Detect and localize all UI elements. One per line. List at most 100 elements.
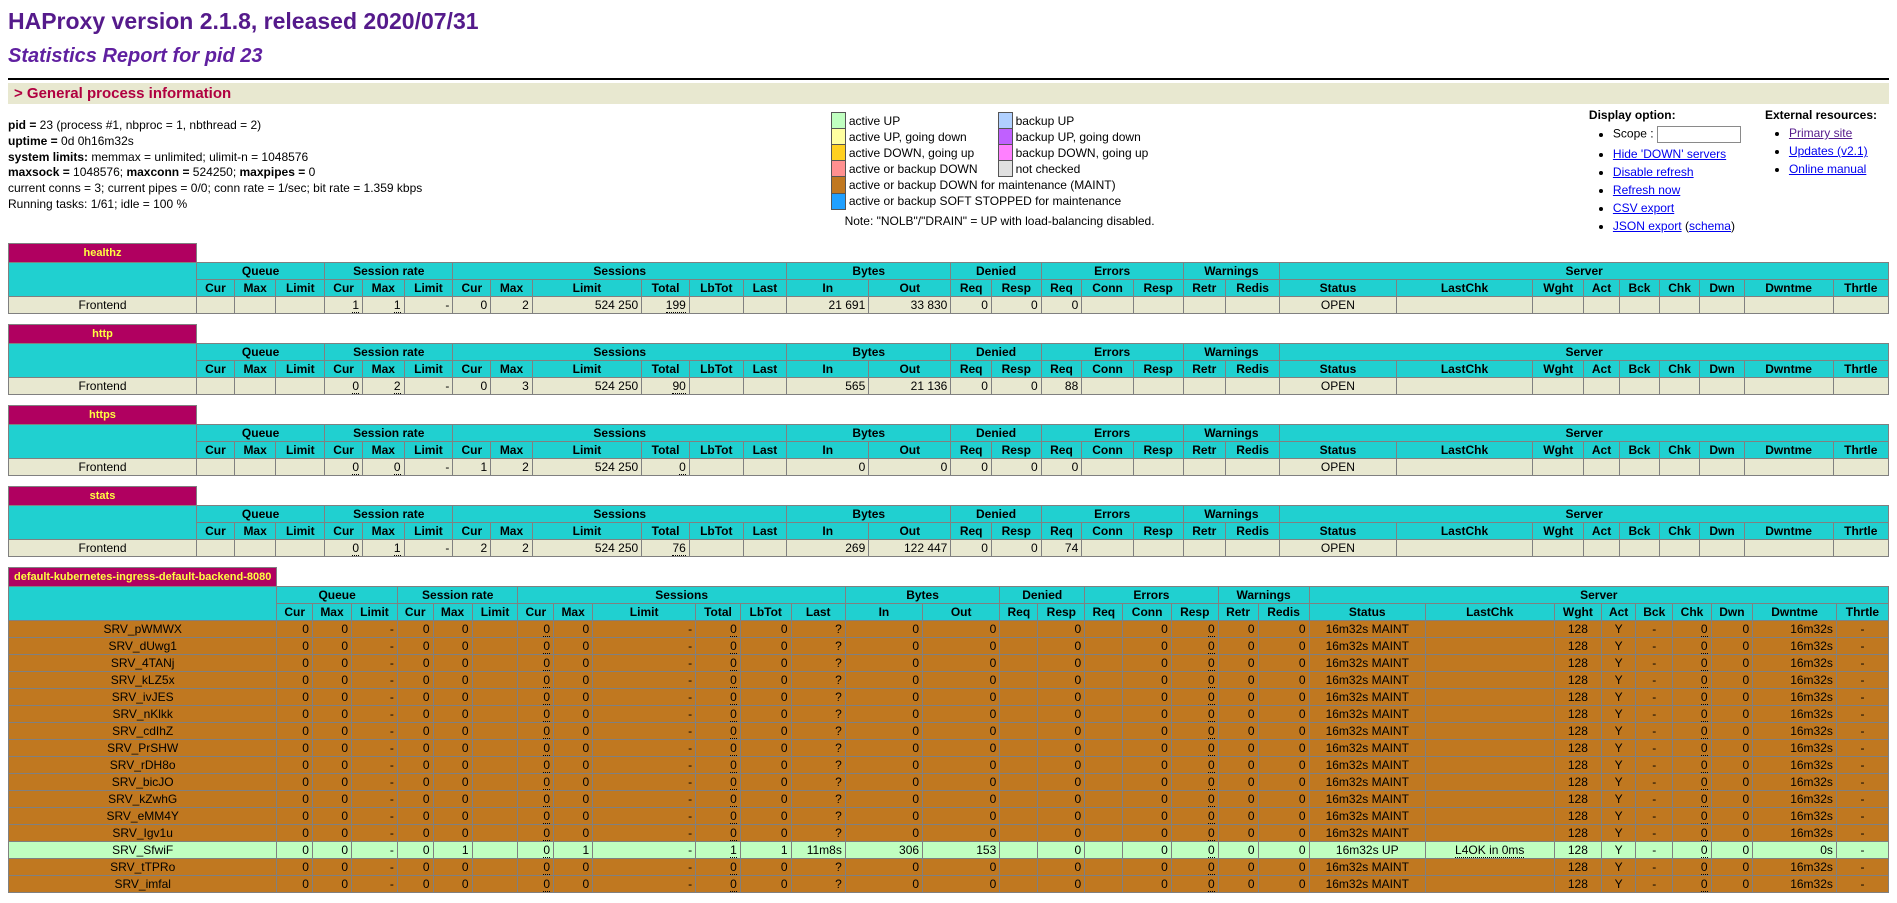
server-name[interactable]: SRV_kZwhG [9, 791, 277, 808]
link-updates-v2-1[interactable]: Updates (v2.1) [1789, 144, 1868, 158]
server-name[interactable]: SRV_bicJO [9, 774, 277, 791]
proxy-name[interactable]: default-kubernetes-ingress-default-backe… [9, 568, 277, 587]
col-header-redis: Redis [1225, 280, 1279, 297]
server-name[interactable]: SRV_nKlkk [9, 706, 277, 723]
col-header-last: Last [743, 280, 786, 297]
server-name[interactable]: SRV_4TANj [9, 655, 277, 672]
stat-cell: 0 [1123, 740, 1171, 757]
col-header-req: Req [1041, 523, 1082, 540]
stat-cell: 0 [277, 706, 313, 723]
server-name[interactable]: SRV_dUwg1 [9, 638, 277, 655]
col-header-redis: Redis [1258, 604, 1309, 621]
col-header-total: Total [696, 604, 741, 621]
stat-cell: 2 [491, 540, 533, 557]
server-name[interactable]: SRV_cdIhZ [9, 723, 277, 740]
server-name[interactable]: SRV_eMM4Y [9, 808, 277, 825]
frontend-label[interactable]: Frontend [9, 297, 197, 314]
col-header-cur: Cur [325, 361, 363, 378]
stat-cell: 0 [1711, 672, 1753, 689]
stat-cell: 0 [518, 689, 554, 706]
frontend-label[interactable]: Frontend [9, 459, 197, 476]
link-disable-refresh[interactable]: Disable refresh [1613, 165, 1694, 179]
server-name[interactable]: SRV_kLZ5x [9, 672, 277, 689]
stat-cell: 0 [518, 723, 554, 740]
link-online-manual[interactable]: Online manual [1789, 162, 1866, 176]
server-name[interactable]: SRV_ivJES [9, 689, 277, 706]
stat-cell: Y [1602, 706, 1636, 723]
col-group-sessions: Sessions [518, 587, 845, 604]
scope-input[interactable] [1657, 126, 1741, 143]
stat-cell: 0 [453, 378, 491, 395]
stat-cell [1000, 706, 1038, 723]
stat-cell [1082, 540, 1134, 557]
col-header-dwntme: Dwntme [1744, 361, 1833, 378]
link-json-export[interactable]: JSON export [1613, 219, 1682, 233]
external-resources-list: Primary site Updates (v2.1) Online manual [1765, 126, 1877, 176]
stat-cell [1000, 825, 1038, 842]
col-header-resp: Resp [1133, 523, 1183, 540]
link-csv-export[interactable]: CSV export [1613, 201, 1674, 215]
stat-cell: 0 [845, 774, 922, 791]
stat-cell [1133, 540, 1183, 557]
stat-cell [197, 459, 235, 476]
stat-cell [472, 876, 518, 893]
stat-cell: - [404, 297, 453, 314]
col-header-total: Total [642, 442, 690, 459]
stat-cell [1085, 876, 1123, 893]
stat-cell [1085, 859, 1123, 876]
stat-cell: - [1636, 876, 1673, 893]
stat-cell: 0 [1673, 655, 1711, 672]
proxy-name[interactable]: https [9, 406, 197, 425]
col-header-resp: Resp [991, 442, 1041, 459]
stat-cell [1700, 297, 1744, 314]
col-header-thrtle: Thrtle [1833, 523, 1888, 540]
stat-cell: 0 [518, 706, 554, 723]
link-hide-down-servers[interactable]: Hide 'DOWN' servers [1613, 147, 1726, 161]
stat-cell: - [352, 638, 398, 655]
stat-cell: 0 [696, 859, 741, 876]
stat-cell: ? [791, 825, 845, 842]
stat-cell: 0 [277, 740, 313, 757]
proxy-name[interactable]: http [9, 325, 197, 344]
link-primary-site[interactable]: Primary site [1789, 126, 1852, 140]
stat-cell: 0 [1673, 774, 1711, 791]
frontend-label[interactable]: Frontend [9, 378, 197, 395]
stat-cell [1833, 378, 1888, 395]
link-refresh-now[interactable]: Refresh now [1613, 183, 1680, 197]
col-header-chk: Chk [1659, 280, 1700, 297]
proxy-name[interactable]: healthz [9, 244, 197, 263]
server-name[interactable]: SRV_SfwiF [9, 842, 277, 859]
proxy-table-stats: statsQueueSession rateSessionsBytesDenie… [8, 486, 1889, 557]
stat-cell: 0 [1258, 842, 1309, 859]
legend-label: backup UP [1012, 113, 1168, 129]
link-json-schema[interactable]: schema [1689, 219, 1731, 233]
stat-cell: 0 [740, 621, 791, 638]
stat-cell: 0 [312, 655, 351, 672]
stat-cell [1000, 689, 1038, 706]
stat-cell [1133, 297, 1183, 314]
server-name[interactable]: SRV_PrSHW [9, 740, 277, 757]
server-name[interactable]: SRV_rDH8o [9, 757, 277, 774]
col-group-errors: Errors [1041, 506, 1183, 523]
server-name[interactable]: SRV_pWMWX [9, 621, 277, 638]
stat-cell [1833, 297, 1888, 314]
server-name[interactable]: SRV_tTPRo [9, 859, 277, 876]
stat-cell: 2 [453, 540, 491, 557]
stat-cell: 0 [845, 859, 922, 876]
server-name[interactable]: SRV_Igv1u [9, 825, 277, 842]
stat-cell: 0 [696, 825, 741, 842]
stat-cell: 0 [696, 876, 741, 893]
proxy-name[interactable]: stats [9, 487, 197, 506]
stat-cell: 0 [951, 378, 992, 395]
table-row: SRV_SfwiF00-0101-1111m8s3061530000016m32… [9, 842, 1889, 859]
stat-cell: - [593, 689, 696, 706]
stat-cell: 0 [1171, 655, 1218, 672]
col-header-req: Req [1085, 604, 1123, 621]
stat-cell: 0 [433, 808, 472, 825]
stat-cell [1425, 723, 1554, 740]
server-name[interactable]: SRV_imfal [9, 876, 277, 893]
haproxy-version-link[interactable]: HAProxy version 2.1.8, released 2020/07/… [8, 8, 479, 34]
stat-cell: 0 [1038, 723, 1085, 740]
display-option-item: Disable refresh [1613, 165, 1741, 179]
frontend-label[interactable]: Frontend [9, 540, 197, 557]
